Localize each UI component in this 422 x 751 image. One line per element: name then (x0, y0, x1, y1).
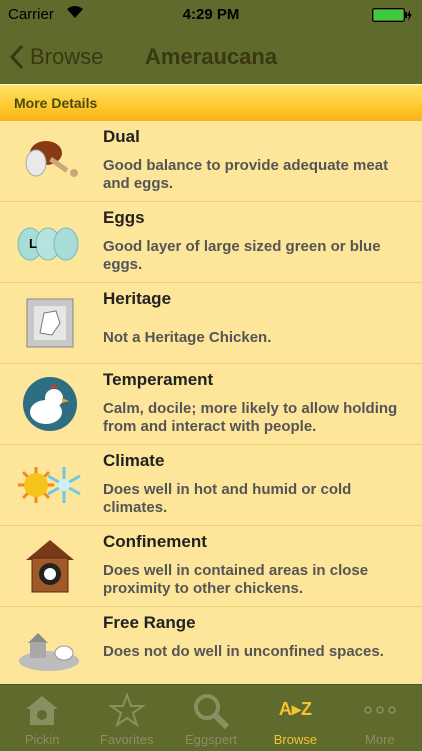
row-title: Temperament (103, 370, 214, 389)
row-title: Dual (103, 127, 140, 146)
row-eggs[interactable]: L Eggs Good layer of large sized green o… (0, 202, 422, 283)
more-icon (364, 706, 396, 714)
tab-eggspert[interactable]: Eggspert (169, 685, 253, 751)
section-header: More Details (0, 84, 422, 121)
status-time: 4:29 PM (182, 6, 240, 23)
row-climate[interactable]: Climate Does well in hot and humid or co… (0, 445, 422, 526)
row-description: Not a Heritage Chicken. (103, 329, 272, 346)
tab-label: Favorites (99, 732, 154, 747)
row-title: Heritage (103, 289, 172, 308)
tab-label: Browse (273, 732, 318, 747)
row-temperament[interactable]: Temperament Calm, docile; more likely to… (0, 364, 422, 445)
eggs-icon (17, 227, 79, 261)
row-title: Free Range (103, 613, 196, 632)
tab-label: More (365, 732, 395, 747)
az-icon: A▸Z (278, 699, 312, 719)
row-title: Climate (103, 451, 165, 470)
coop-icon (26, 540, 74, 593)
row-title: Eggs (103, 208, 145, 227)
row-title: Confinement (103, 532, 207, 551)
row-description: Does well in contained areas in close pr… (103, 562, 369, 597)
tab-bar: Pickin Favorites Eggspert A▸Z Browse Mor… (0, 684, 422, 751)
nav-bar: Browse Ameraucana (0, 30, 422, 84)
row-confinement[interactable]: Confinement Does well in contained areas… (0, 526, 422, 607)
status-bar: Carrier 4:29 PM (0, 0, 422, 30)
battery-icon (372, 8, 412, 22)
row-dual[interactable]: Dual Good balance to provide adequate me… (0, 121, 422, 202)
tab-pickin[interactable]: Pickin (0, 685, 84, 751)
star-icon (107, 693, 146, 727)
row-description: Good balance to provide adequate meat an… (103, 157, 389, 192)
sun-snowflake-icon (18, 467, 81, 503)
drumstick-egg-icon (25, 141, 78, 177)
tab-label: Eggspert (184, 732, 238, 747)
heritage-chicken-icon (26, 298, 74, 348)
row-description: Good layer of large sized green or blue … (103, 238, 381, 273)
rooster-icon (23, 377, 77, 431)
back-button[interactable]: Browse (10, 40, 103, 74)
chevron-left-icon (10, 44, 24, 70)
details-list: Dual Good balance to provide adequate me… (0, 121, 422, 688)
row-description: Calm, docile; more likely to allow holdi… (103, 400, 398, 435)
back-label: Browse (30, 44, 104, 69)
row-free-range[interactable]: Free Range Does not do well in unconfine… (0, 607, 422, 688)
tab-favorites[interactable]: Favorites (84, 685, 168, 751)
tab-label: Pickin (24, 732, 60, 747)
row-description: Does not do well in unconfined spaces. (103, 643, 384, 660)
magnifier-icon (194, 694, 230, 729)
row-heritage[interactable]: Heritage Not a Heritage Chicken. (0, 283, 422, 364)
tab-more[interactable]: More (338, 685, 422, 751)
egg-size-letter: L (29, 236, 37, 251)
house-icon (26, 696, 59, 725)
free-range-icon (19, 633, 79, 671)
page-title: Ameraucana (145, 44, 278, 69)
tab-browse[interactable]: A▸Z Browse (253, 685, 337, 751)
section-header-label: More Details (14, 95, 98, 111)
row-description: Does well in hot and humid or cold clima… (103, 481, 352, 516)
